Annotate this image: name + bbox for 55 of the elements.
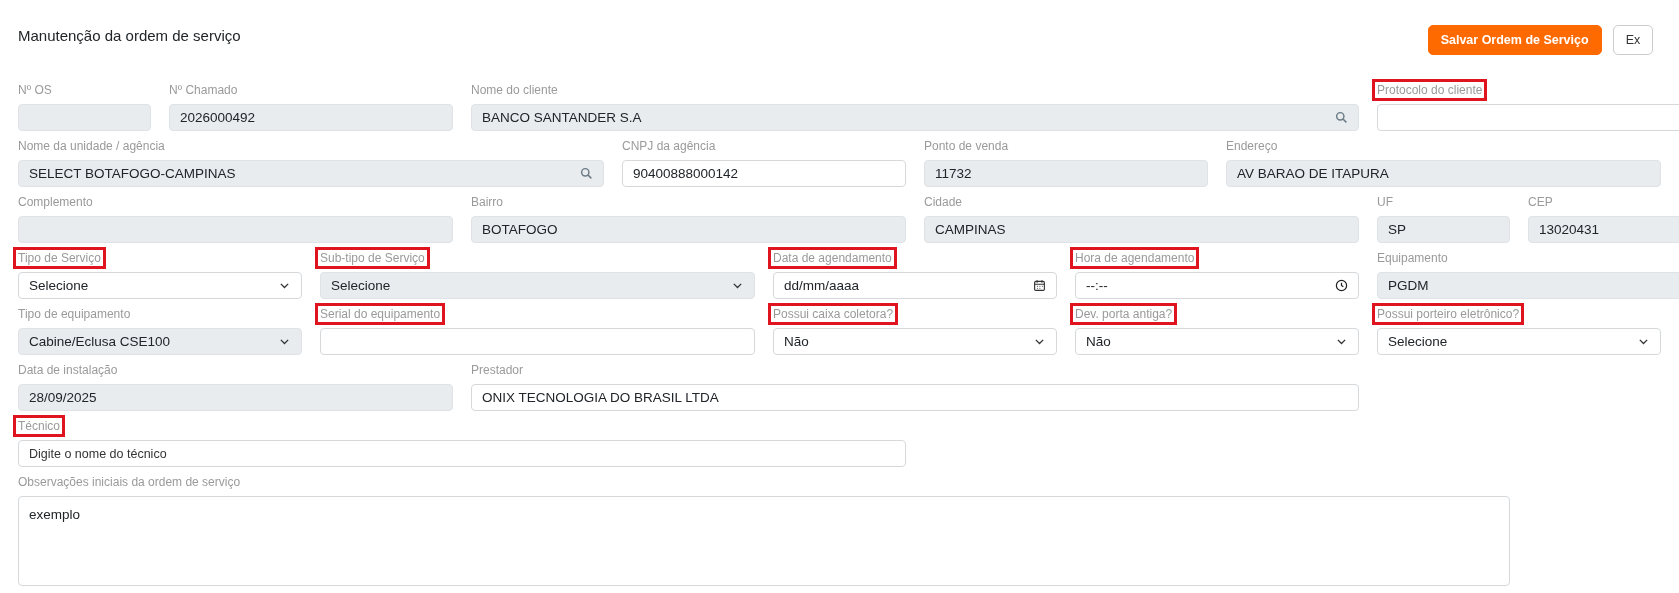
- search-field: SELECT BOTAFOGO-CAMPINAS: [18, 160, 604, 187]
- text-field: PGDM: [1377, 272, 1679, 299]
- text-field[interactable]: ONIX TECNOLOGIA DO BRASIL LTDA: [471, 384, 1359, 411]
- field-label: Ponto de venda: [923, 138, 1010, 154]
- dropdown[interactable]: Selecione: [1377, 328, 1661, 355]
- text-field: 2026000492: [169, 104, 453, 131]
- text-field[interactable]: 90400888000142: [622, 160, 906, 187]
- text-area[interactable]: exemplo: [18, 496, 1510, 586]
- page-title: Manutenção da ordem de serviço: [18, 26, 241, 44]
- text-field: CAMPINAS: [924, 216, 1359, 243]
- dropdown[interactable]: Não: [1075, 328, 1359, 355]
- field-label: UF: [1376, 194, 1394, 210]
- field-label: Hora de agendamento: [1073, 250, 1197, 266]
- text-field: SP: [1377, 216, 1510, 243]
- field-label: Prestador: [470, 362, 525, 378]
- field-label: Técnico: [16, 418, 63, 434]
- field-label: Dev. porta antiga?: [1073, 306, 1175, 322]
- field-label: Bairro: [470, 194, 504, 210]
- text-field: 11732: [924, 160, 1208, 187]
- text-field: 28/09/2025: [18, 384, 453, 411]
- field-label: Possui porteiro eletrônico?: [1375, 306, 1522, 322]
- dropdown[interactable]: Selecione: [18, 272, 302, 299]
- field-label: Cidade: [923, 194, 964, 210]
- date-field[interactable]: dd/mm/aaaa: [773, 272, 1057, 299]
- field-label: Equipamento: [1376, 250, 1449, 266]
- calendar-icon[interactable]: [1033, 279, 1046, 292]
- clock-icon[interactable]: [1335, 279, 1348, 292]
- field-label: Tipo de Serviço: [16, 250, 103, 266]
- text-field: BOTAFOGO: [471, 216, 906, 243]
- field-label: Nome do cliente: [470, 82, 559, 98]
- field-label: Data de agendamento: [771, 250, 894, 266]
- text-field[interactable]: [320, 328, 755, 355]
- dropdown: Selecione: [320, 272, 755, 299]
- field-label: Nº Chamado: [168, 82, 239, 98]
- text-field[interactable]: Digite o nome do técnico: [18, 440, 906, 467]
- field-label: CEP: [1527, 194, 1554, 210]
- field-label: Protocolo do cliente: [1375, 82, 1485, 98]
- text-field: AV BARAO DE ITAPURA: [1226, 160, 1661, 187]
- field-label: CNPJ da agência: [621, 138, 717, 154]
- field-label: Sub-tipo de Serviço: [318, 250, 427, 266]
- field-label: Tipo de equipamento: [17, 306, 132, 322]
- field-label: Endereço: [1225, 138, 1279, 154]
- field-label: Nº OS: [17, 82, 53, 98]
- text-field: 13020431: [1528, 216, 1679, 243]
- time-field[interactable]: --:--: [1075, 272, 1359, 299]
- dropdown: Cabine/Eclusa CSE100: [18, 328, 302, 355]
- action-button[interactable]: Ex: [1612, 25, 1654, 55]
- dropdown[interactable]: Não: [773, 328, 1057, 355]
- field-label: Nome da unidade / agência: [17, 138, 166, 154]
- search-field: BANCO SANTANDER S.A: [471, 104, 1359, 131]
- field-label: Observações iniciais da ordem de serviço: [17, 474, 242, 490]
- field-label: Complemento: [17, 194, 94, 210]
- field-label: Serial do equipamento: [318, 306, 443, 322]
- field-label: Data de instalação: [17, 362, 119, 378]
- field-label: Possui caixa coletora?: [771, 306, 896, 322]
